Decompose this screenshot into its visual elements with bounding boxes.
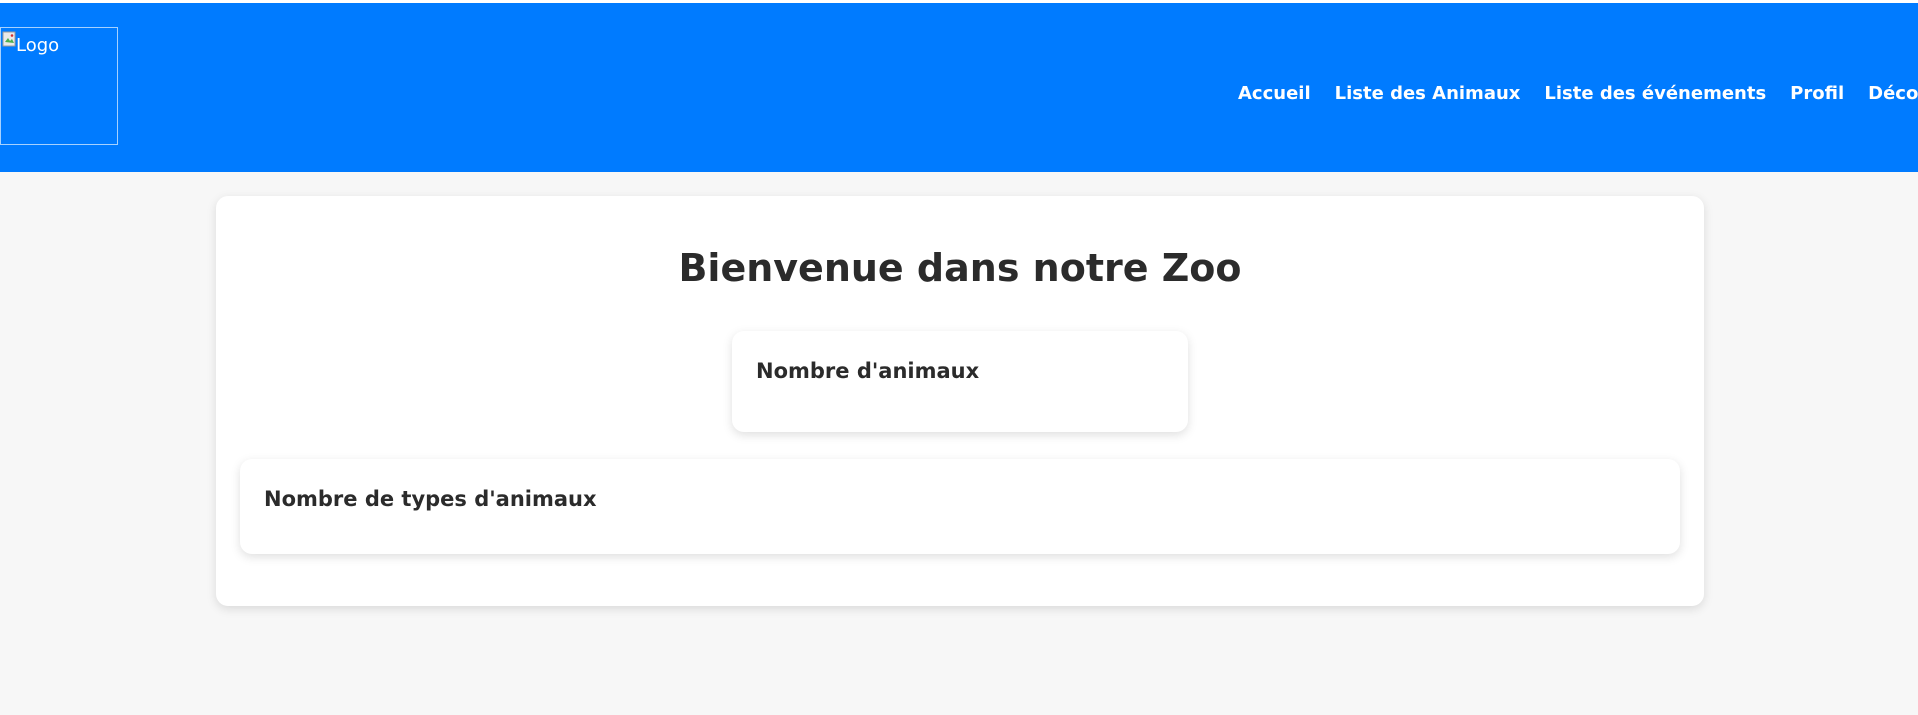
nav-link-profil[interactable]: Profil [1790, 83, 1844, 104]
nav-link-deconnexion[interactable]: Déconnexion [1868, 83, 1918, 104]
site-header: Logo Accueil Liste des Animaux Liste des… [0, 3, 1918, 172]
logo-image[interactable]: Logo [0, 27, 118, 145]
stat-label-animal-types: Nombre de types d'animaux [264, 487, 597, 511]
page-title: Bienvenue dans notre Zoo [678, 246, 1242, 290]
stat-card-animal-types: Nombre de types d'animaux [240, 459, 1680, 554]
nav-link-liste-evenements[interactable]: Liste des événements [1544, 83, 1766, 104]
stat-label-animal-count: Nombre d'animaux [756, 359, 980, 383]
welcome-card: Bienvenue dans notre Zoo Nombre d'animau… [216, 196, 1704, 606]
broken-image-icon [2, 31, 16, 47]
main-nav: Accueil Liste des Animaux Liste des évén… [1238, 78, 1918, 108]
stat-card-animal-count: Nombre d'animaux [732, 331, 1188, 432]
nav-link-liste-animaux[interactable]: Liste des Animaux [1335, 83, 1521, 104]
logo-alt-text: Logo [16, 35, 60, 56]
nav-link-accueil[interactable]: Accueil [1238, 83, 1311, 104]
